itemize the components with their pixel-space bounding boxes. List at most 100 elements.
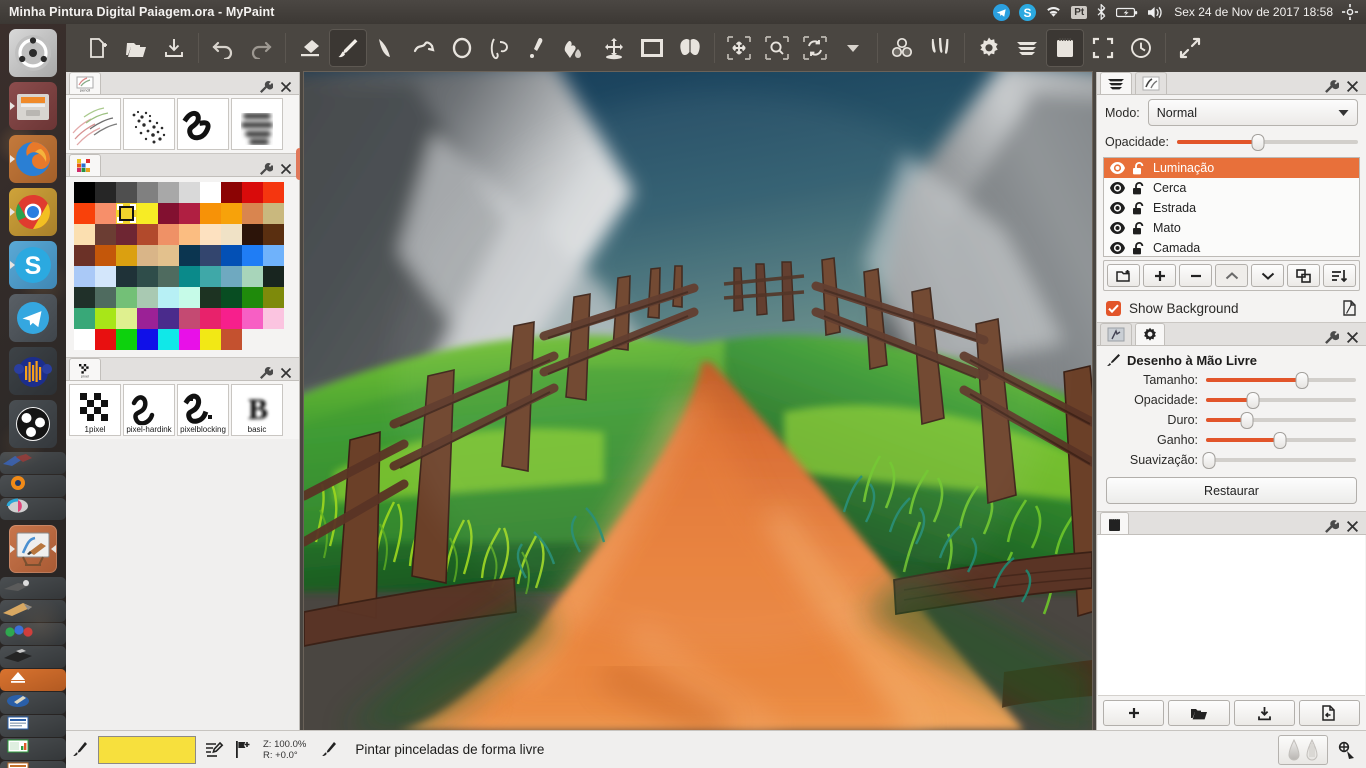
layer-mode-select[interactable]: Normal [1147,99,1358,126]
color-picker-button[interactable] [519,29,557,67]
palette-swatch[interactable] [200,182,221,203]
lock-icon[interactable] [1132,201,1146,215]
layer-opacity-slider[interactable] [1176,133,1358,151]
eraser-button[interactable] [291,29,329,67]
tab-brush-settings[interactable] [1135,323,1165,345]
scratchpad-button[interactable] [1046,29,1084,67]
curve-tool-button[interactable] [405,29,443,67]
slider-knob[interactable] [1246,391,1259,409]
palette-swatch[interactable] [200,203,221,224]
sidebar-item-firefox[interactable] [9,135,57,183]
tab-palette[interactable] [69,154,101,176]
close-icon[interactable] [1346,520,1359,533]
palette-swatch[interactable] [179,308,200,329]
layer-row[interactable]: Cerca [1104,178,1359,198]
sidebar-item-app-19[interactable] [0,715,66,737]
palette-swatch[interactable] [74,224,95,245]
palette-swatch[interactable] [221,266,242,287]
volume-icon[interactable] [1147,5,1165,20]
symmetry-button[interactable] [671,29,709,67]
sidebar-item-app-21[interactable] [0,761,66,768]
brush-setting-slider[interactable] [1206,371,1356,389]
ellipse-tool-button[interactable] [443,29,481,67]
duplicate-layer-button[interactable] [1287,264,1320,287]
input-device-icon[interactable] [1336,740,1356,760]
freehand-brush-button[interactable] [329,29,367,67]
palette-swatch[interactable] [158,329,179,350]
layer-row[interactable]: Estrada [1104,198,1359,218]
palette-swatch[interactable] [74,182,95,203]
palette-swatch[interactable] [137,287,158,308]
brush-setting-slider[interactable] [1206,411,1356,429]
palette-swatch[interactable] [74,287,95,308]
palette-swatch[interactable] [263,245,284,266]
slider-knob[interactable] [1273,431,1286,449]
close-icon[interactable] [280,81,292,93]
palette-swatch[interactable] [95,329,116,350]
palette-grid[interactable] [74,182,293,350]
palette-swatch[interactable] [137,182,158,203]
sidebar-item-ubuntu-dash[interactable] [9,29,57,77]
tab-brush-preview[interactable]: pencil [69,72,101,94]
palette-swatch[interactable] [158,308,179,329]
sidebar-item-files[interactable] [9,82,57,130]
layer-row[interactable]: Camada [1104,238,1359,256]
sidebar-item-chrome[interactable] [9,188,57,236]
edit-list-icon[interactable] [205,740,224,759]
sidebar-item-app-13[interactable] [0,577,66,599]
show-background-row[interactable]: Show Background [1097,294,1366,322]
palette-swatch[interactable] [116,308,137,329]
slider-knob[interactable] [1202,451,1216,469]
system-settings-icon[interactable] [1342,4,1358,20]
open-file-button[interactable] [117,29,155,67]
wrench-icon[interactable] [259,366,273,380]
palette-swatch[interactable] [200,329,221,350]
bluetooth-icon[interactable] [1096,4,1107,20]
scratchpad-canvas[interactable] [1098,535,1365,696]
sidebar-item-obs[interactable] [9,400,57,448]
lock-icon[interactable] [1132,241,1146,255]
sidebar-item-audacity[interactable] [9,347,57,395]
palette-swatch[interactable] [137,245,158,266]
palette-swatch[interactable] [116,203,137,224]
wrench-icon[interactable] [1324,330,1339,345]
inking-tool-button[interactable] [481,29,519,67]
palette-swatch[interactable] [179,182,200,203]
brush-setting-slider[interactable] [1206,431,1356,449]
palette-swatch[interactable] [242,203,263,224]
palette-swatch[interactable] [95,203,116,224]
palette-swatch[interactable] [221,329,242,350]
history-button[interactable] [1122,29,1160,67]
scratchpad-new-button[interactable] [1103,700,1165,726]
palette-swatch[interactable] [116,182,137,203]
palette-swatch[interactable] [74,266,95,287]
palette-swatch[interactable] [263,308,284,329]
palette-swatch[interactable] [158,266,179,287]
scratchpad-open-button[interactable] [1168,700,1230,726]
palette-swatch[interactable] [137,329,158,350]
eye-icon[interactable] [1110,222,1125,234]
palette-swatch[interactable] [74,308,95,329]
sidebar-item-app-14[interactable] [0,600,66,622]
palette-swatch[interactable] [263,203,284,224]
palette-swatch[interactable] [74,245,95,266]
close-icon[interactable] [1346,80,1359,93]
sidebar-item-telegram[interactable] [9,294,57,342]
brush-selector-button[interactable] [921,29,959,67]
sidebar-item-app-17[interactable] [0,669,66,691]
tab-layers[interactable] [1100,72,1132,94]
palette-swatch[interactable] [179,224,200,245]
palette-swatch[interactable] [200,224,221,245]
brush-setting-slider[interactable] [1206,391,1356,409]
eye-icon[interactable] [1110,202,1125,214]
eye-icon[interactable] [1110,162,1125,174]
clock[interactable]: Sex 24 de Nov de 2017 18:58 [1174,5,1333,19]
palette-swatch[interactable] [221,182,242,203]
palette-swatch[interactable] [179,203,200,224]
palette-swatch[interactable] [95,182,116,203]
palette-swatch[interactable] [221,308,242,329]
list-item[interactable]: pixelblocking [177,384,229,436]
line-tool-button[interactable] [367,29,405,67]
palette-swatch[interactable] [137,224,158,245]
close-icon[interactable] [1346,331,1359,344]
